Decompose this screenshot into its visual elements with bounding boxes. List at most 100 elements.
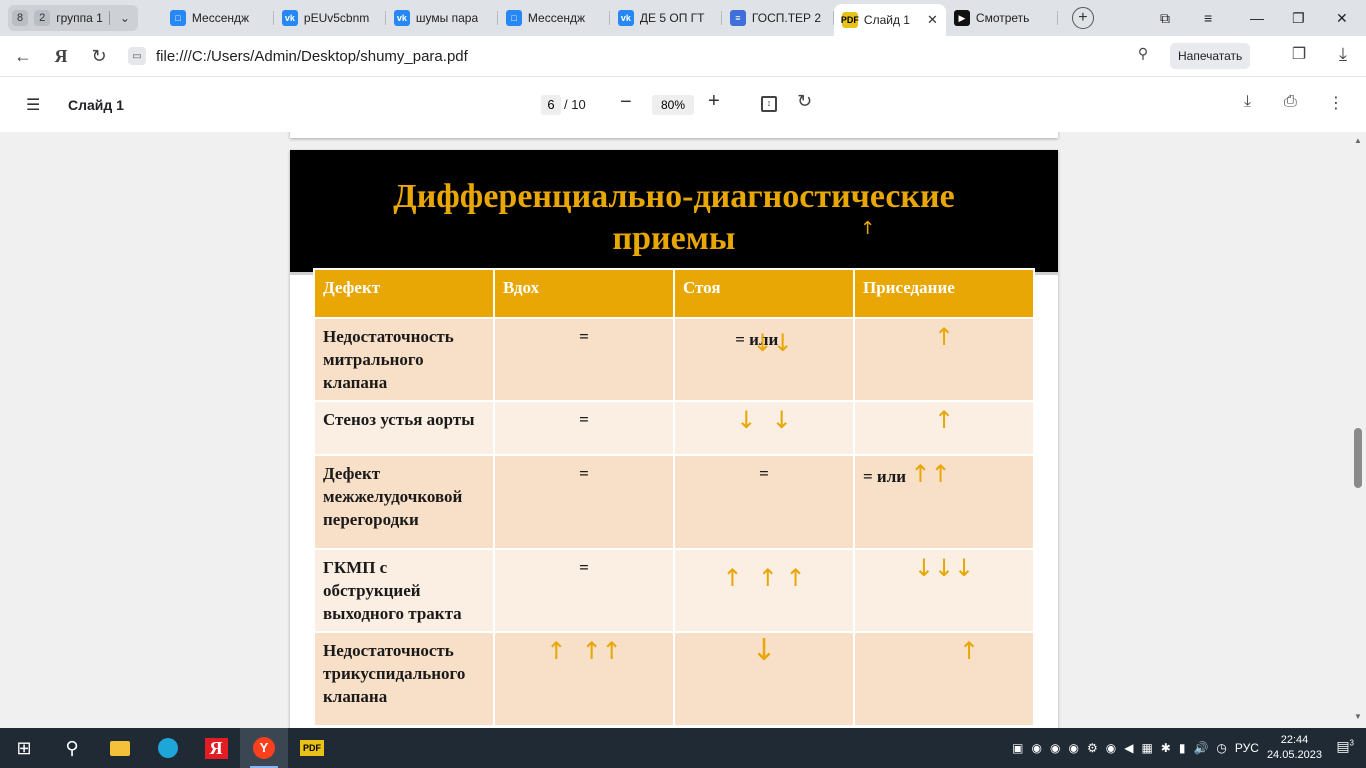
tab-vk-1[interactable]: vk pEUv5cbnm (274, 4, 386, 32)
tab-messenger-2[interactable]: □ Мессендж (498, 4, 610, 32)
tab-video[interactable]: ▶ Смотреть (946, 4, 1058, 32)
tab-label: ДЕ 5 ОП ГТ (639, 11, 705, 25)
print-icon[interactable]: ⎙ (1284, 93, 1297, 111)
slide-title: Дифференциально-диагностические приемы (290, 176, 1058, 260)
tab-group-label: группа 1 (56, 11, 103, 25)
volume-icon[interactable]: 🔊 (1193, 741, 1208, 755)
notifications-icon[interactable]: ▤3 (1336, 738, 1354, 755)
fit-page-icon[interactable]: ↕ (761, 96, 777, 112)
scrollbar-thumb[interactable] (1354, 428, 1362, 488)
cell-vdoh: = (493, 548, 675, 633)
tab-messenger-1[interactable]: □ Мессендж (162, 4, 274, 32)
collections-icon[interactable]: ⧉ (1160, 0, 1170, 36)
arrow-up-icon: ↑ (933, 323, 955, 351)
zoom-icon[interactable]: ◉ (1106, 741, 1116, 755)
document-title: Слайд 1 (68, 97, 124, 113)
diagnostic-table: Дефект Вдох Стоя Приседание Недостаточно… (313, 268, 1035, 727)
cell-defect: Недостаточность трикуспидального клапана (313, 631, 495, 727)
back-icon[interactable]: ← (8, 46, 38, 67)
cell-stoya: ↑ ↑ ↑ (673, 548, 855, 633)
zoom-out-icon[interactable]: − (620, 91, 632, 114)
pdf-reader-icon[interactable]: PDF (288, 728, 336, 768)
yandex-icon[interactable]: Y (240, 728, 288, 768)
network-adapter-icon[interactable]: ▦ (1141, 741, 1152, 755)
arrow-up-icon: ↑ (958, 637, 980, 665)
tab-label: pEUv5cbnm (303, 11, 370, 25)
cell-prisedanie: ↑ (853, 317, 1035, 402)
torrent-icon[interactable]: ◉ (1068, 741, 1078, 755)
arrow-down-icon: ↓ (751, 633, 777, 668)
search-icon[interactable]: ⚲ (48, 728, 96, 768)
tab-vk-3[interactable]: vk ДЕ 5 ОП ГТ (610, 4, 722, 32)
windows-start-icon[interactable]: ⊞ (0, 728, 48, 768)
close-icon[interactable]: ✕ (927, 12, 938, 28)
tab-vk-2[interactable]: vk шумы пара (386, 4, 498, 32)
cell-value: = (759, 464, 769, 483)
clock-date: 24.05.2023 (1266, 749, 1322, 761)
slide-header: Дифференциально-диагностические приемы ↑ (290, 150, 1058, 272)
print-button[interactable]: Напечатать (1170, 43, 1251, 69)
cell-stoya: = (673, 454, 855, 550)
scroll-up-icon[interactable]: ▲ (1354, 136, 1362, 145)
zoom-in-icon[interactable]: + (708, 90, 720, 113)
yandex-browser-icon[interactable]: Я (192, 728, 240, 768)
header-stoya: Стоя (673, 268, 855, 319)
menu-icon[interactable]: ≡ (1204, 0, 1212, 36)
tab-group[interactable]: 8 2 группа 1 ⌄ (8, 5, 138, 31)
vertical-scrollbar[interactable]: ▲ ▼ (1350, 132, 1366, 728)
docs-icon: ≡ (729, 10, 746, 26)
page-total: / 10 (564, 97, 586, 112)
cell-defect: Стеноз устья аорты (313, 400, 495, 456)
page-number-input[interactable]: 6 (541, 95, 561, 115)
file-explorer-icon[interactable] (96, 728, 144, 768)
wifi-icon[interactable]: ◷ (1216, 741, 1226, 755)
download-icon[interactable]: ⤓ (1328, 44, 1358, 65)
extensions-icon[interactable]: ❐ (1284, 44, 1314, 64)
download-icon[interactable]: ⤓ (1244, 93, 1251, 111)
rotate-icon[interactable]: ↻ (797, 91, 812, 112)
chevron-down-icon[interactable]: ⌄ (116, 11, 134, 25)
slide-title-line1: Дифференциально-диагностические (393, 178, 955, 215)
url-field[interactable]: ▭ file:///C:/Users/Admin/Desktop/shumy_p… (128, 47, 468, 65)
tab-pdf-active[interactable]: PDF Слайд 1 ✕ (833, 4, 946, 36)
tray-app-icon[interactable]: ▣ (1012, 741, 1023, 755)
arrow-up-icon: ↑ ↑ ↑ (722, 564, 806, 592)
battery-icon[interactable]: ▮ (1179, 741, 1186, 755)
new-tab-button[interactable]: + (1071, 7, 1094, 29)
more-options-icon[interactable]: ⋮ (1328, 93, 1344, 113)
arrow-down-icon: ↓ ↓ (736, 406, 792, 434)
tab-label: Слайд 1 (863, 13, 910, 27)
address-bar: ← Я ↻ ▭ file:///C:/Users/Admin/Desktop/s… (0, 36, 1366, 76)
edge-icon[interactable] (144, 728, 192, 768)
messenger-icon: □ (505, 10, 522, 26)
input-language[interactable]: РУС (1235, 741, 1259, 755)
window-close-icon[interactable]: ✕ (1336, 0, 1348, 36)
scroll-down-icon[interactable]: ▼ (1354, 712, 1362, 721)
table-row: Стеноз устья аорты = ↓ ↓ ↑ (313, 400, 1035, 456)
yandex-tray-icon[interactable]: ◉ (1050, 741, 1060, 755)
clock[interactable]: 22:44 24.05.2023 (1267, 733, 1322, 763)
cell-defect: Недостаточность митрального клапана (313, 317, 495, 402)
play-icon: ▶ (953, 10, 970, 26)
yandex-logo-icon[interactable]: Я (46, 46, 76, 67)
cell-stoya: = или ↓↓ (673, 317, 855, 402)
arrow-up-icon: ↑↑ (910, 460, 951, 488)
minimize-icon[interactable]: — (1250, 0, 1264, 36)
bluetooth-icon[interactable]: ✱ (1161, 741, 1171, 755)
tab-docs[interactable]: ≡ ГОСП.ТЕР 2 (722, 4, 834, 32)
cell-vdoh: = (493, 454, 675, 550)
pdf-icon: PDF (841, 12, 859, 28)
file-icon: ▭ (128, 47, 146, 65)
sidebar-menu-icon[interactable]: ☰ (26, 95, 40, 115)
search-icon[interactable]: ⚲ (1128, 45, 1158, 62)
settings-icon[interactable]: ⚙ (1087, 741, 1098, 755)
restore-icon[interactable]: ❐ (1292, 0, 1305, 36)
table-header-row: Дефект Вдох Стоя Приседание (313, 268, 1035, 319)
tab-label: ГОСП.ТЕР 2 (751, 11, 822, 25)
reload-icon[interactable]: ↻ (84, 46, 114, 67)
teams-icon[interactable]: ◉ (1032, 741, 1042, 755)
anydesk-icon[interactable]: ◀ (1124, 741, 1133, 755)
cell-value: = или (863, 467, 907, 486)
zoom-input[interactable]: 80% (652, 95, 694, 115)
notifications-count: 3 (1349, 738, 1354, 748)
